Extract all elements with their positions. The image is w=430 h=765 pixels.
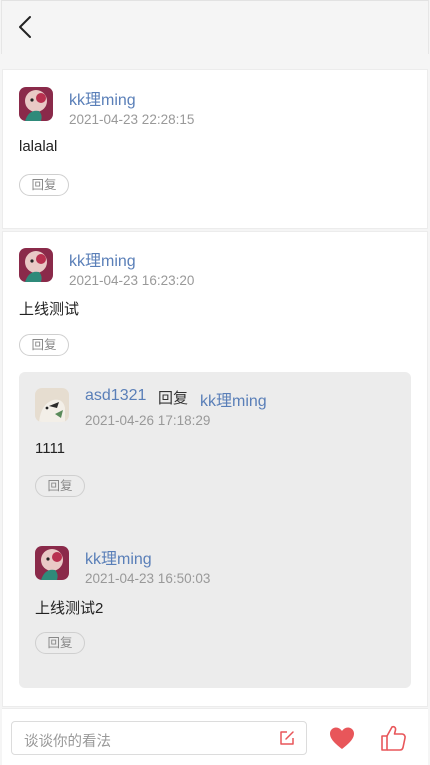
reply-word: 回复 bbox=[158, 390, 189, 407]
comment-username[interactable]: kk理ming bbox=[69, 247, 136, 271]
user-avatar-icon bbox=[35, 388, 69, 422]
comment-input-placeholder: 谈谈你的看法 bbox=[24, 734, 111, 750]
reply-username[interactable]: asd1321 bbox=[85, 387, 146, 405]
bottom-action-bar: 谈谈你的看法 bbox=[2, 708, 428, 765]
reply-button[interactable]: 回复 bbox=[35, 632, 85, 654]
chevron-left-icon bbox=[19, 16, 31, 38]
comment-content: lalalal bbox=[19, 138, 58, 155]
thumbs-up-icon[interactable] bbox=[379, 724, 407, 752]
comment-content: 上线测试 bbox=[19, 301, 80, 318]
reply-time: 2021-04-26 17:18:29 bbox=[85, 413, 211, 428]
reply-thread: asd1321 回复 kk理ming 2021-04-26 17:18:29 1… bbox=[19, 372, 411, 688]
comment-card: kk理ming 2021-04-23 16:23:20 上线测试 回复 asd1… bbox=[2, 231, 428, 707]
user-avatar-icon bbox=[35, 546, 69, 580]
user-avatar-icon bbox=[19, 248, 53, 282]
edit-icon[interactable] bbox=[278, 729, 296, 747]
avatar[interactable] bbox=[19, 87, 53, 121]
reply-button[interactable]: 回复 bbox=[19, 174, 69, 196]
comment-username[interactable]: kk理ming bbox=[69, 86, 136, 110]
reply-button[interactable]: 回复 bbox=[19, 334, 69, 356]
top-bar bbox=[1, 0, 429, 54]
avatar[interactable] bbox=[35, 388, 69, 422]
comment-card: kk理ming 2021-04-23 22:28:15 lalalal 回复 bbox=[2, 69, 428, 229]
avatar[interactable] bbox=[35, 546, 69, 580]
reply-time: 2021-04-23 16:50:03 bbox=[85, 571, 211, 586]
reply-button[interactable]: 回复 bbox=[35, 475, 85, 497]
avatar[interactable] bbox=[19, 248, 53, 282]
comment-input[interactable]: 谈谈你的看法 bbox=[11, 721, 307, 755]
back-button[interactable] bbox=[14, 13, 40, 41]
reply-content: 1111 bbox=[35, 440, 66, 457]
comment-time: 2021-04-23 16:23:20 bbox=[69, 273, 195, 288]
user-avatar-icon bbox=[19, 87, 53, 121]
heart-icon[interactable] bbox=[329, 726, 355, 750]
reply-username[interactable]: kk理ming bbox=[85, 545, 152, 569]
reply-content: 上线测试2 bbox=[35, 600, 104, 617]
reply-to-username[interactable]: kk理ming bbox=[200, 387, 267, 411]
comment-time: 2021-04-23 22:28:15 bbox=[69, 112, 195, 127]
